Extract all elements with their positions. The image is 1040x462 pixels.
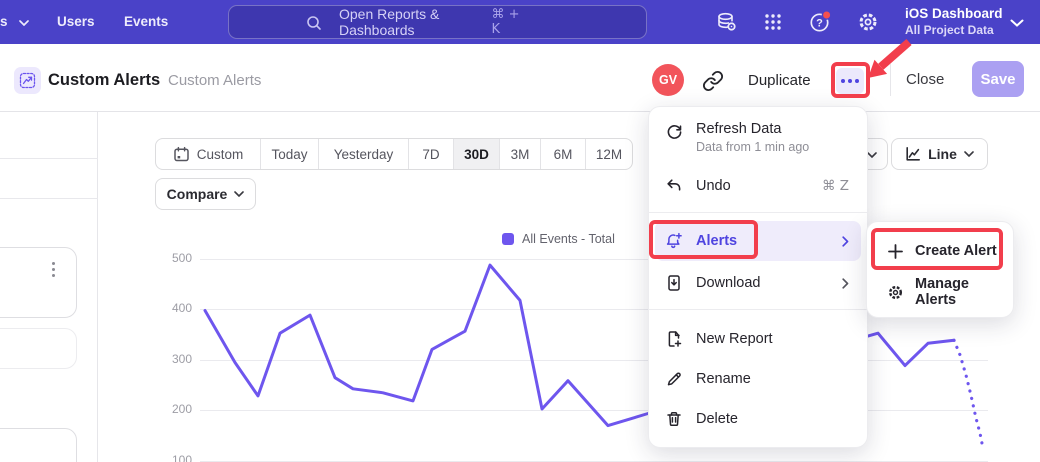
nav-label: s bbox=[0, 14, 8, 29]
undo-icon bbox=[665, 177, 683, 195]
compare-button[interactable]: Compare bbox=[155, 178, 256, 210]
report-chart-icon bbox=[14, 67, 41, 94]
alert-bell-plus-icon bbox=[665, 232, 683, 250]
range-label: 6M bbox=[554, 147, 573, 162]
menu-item-undo[interactable]: Undo ⌘ Z bbox=[655, 166, 861, 206]
pencil-icon bbox=[665, 370, 683, 388]
menu-divider bbox=[649, 212, 867, 213]
range-label: Yesterday bbox=[334, 147, 394, 162]
range-7d[interactable]: 7D bbox=[409, 139, 454, 169]
submenu-item-create-alert[interactable]: Create Alert bbox=[873, 230, 1007, 272]
range-label: 3M bbox=[511, 147, 530, 162]
compare-label: Compare bbox=[167, 186, 228, 202]
project-scope: All Project Data bbox=[905, 23, 1005, 38]
calendar-icon bbox=[173, 146, 190, 163]
menu-item-refresh-data[interactable]: Refresh Data Data from 1 min ago bbox=[655, 113, 861, 165]
menu-item-new-report[interactable]: New Report bbox=[655, 319, 861, 359]
submenu-item-label: Create Alert bbox=[915, 243, 997, 259]
duplicate-button[interactable]: Duplicate bbox=[748, 72, 811, 89]
search-input[interactable]: Open Reports & Dashboards ⌘ + K bbox=[228, 5, 647, 39]
refresh-icon bbox=[665, 123, 683, 141]
submenu-item-manage-alerts[interactable]: Manage Alerts bbox=[873, 272, 1007, 312]
nav-item-users[interactable]: Users bbox=[57, 14, 95, 29]
project-switcher[interactable]: iOS Dashboard All Project Data bbox=[905, 5, 1005, 38]
menu-item-label: Alerts bbox=[696, 233, 737, 249]
data-management-icon[interactable] bbox=[714, 10, 738, 34]
menu-item-delete[interactable]: Delete bbox=[655, 399, 861, 439]
report-context-menu: Refresh Data Data from 1 min ago Undo ⌘ … bbox=[648, 106, 868, 448]
help-icon[interactable]: ? bbox=[808, 10, 832, 34]
range-label: Today bbox=[271, 147, 307, 162]
nav-item-overflow[interactable]: s bbox=[0, 14, 29, 29]
range-12m[interactable]: 12M bbox=[586, 139, 632, 169]
notification-dot bbox=[822, 11, 830, 19]
search-icon bbox=[306, 15, 322, 31]
search-shortcut: ⌘ + K bbox=[491, 7, 526, 37]
menu-item-label: Download bbox=[696, 275, 761, 291]
menu-item-label: Rename bbox=[696, 371, 751, 387]
report-header: Custom Alerts Custom Alerts GV Duplicate… bbox=[0, 44, 1040, 112]
plus-icon bbox=[887, 243, 904, 260]
range-3m[interactable]: 3M bbox=[500, 139, 541, 169]
nav-item-events[interactable]: Events bbox=[124, 14, 168, 29]
close-button[interactable]: Close bbox=[906, 71, 944, 88]
page-title: Custom Alerts bbox=[48, 71, 160, 90]
download-file-icon bbox=[665, 274, 683, 292]
range-yesterday[interactable]: Yesterday bbox=[319, 139, 409, 169]
submenu-item-label: Manage Alerts bbox=[915, 276, 1007, 308]
project-name: iOS Dashboard bbox=[905, 5, 1005, 23]
chevron-right-icon bbox=[842, 278, 849, 289]
range-label: Custom bbox=[197, 147, 244, 162]
breadcrumb: Custom Alerts bbox=[168, 72, 261, 89]
chart-type-button[interactable]: Line bbox=[891, 138, 988, 170]
chevron-right-icon bbox=[842, 236, 849, 247]
gear-icon bbox=[887, 284, 904, 301]
line-chart-icon bbox=[905, 146, 921, 162]
menu-shortcut: ⌘ Z bbox=[822, 178, 849, 194]
range-label: 30D bbox=[464, 147, 489, 162]
range-30d-selected[interactable]: 30D bbox=[454, 139, 500, 169]
menu-item-alerts[interactable]: Alerts bbox=[655, 221, 861, 261]
range-6m[interactable]: 6M bbox=[541, 139, 586, 169]
chevron-down-icon bbox=[867, 152, 877, 158]
alerts-submenu: Create Alert Manage Alerts bbox=[866, 221, 1014, 318]
chevron-down-icon bbox=[964, 151, 974, 157]
gear-icon[interactable] bbox=[856, 10, 880, 34]
header-divider bbox=[890, 64, 891, 96]
top-navigation-bar: s Users Events Open Reports & Dashboards… bbox=[0, 0, 1040, 44]
chevron-down-icon bbox=[234, 191, 244, 197]
range-label: 12M bbox=[596, 147, 622, 162]
menu-item-label: New Report bbox=[696, 331, 773, 347]
search-placeholder: Open Reports & Dashboards bbox=[339, 6, 491, 38]
link-icon[interactable] bbox=[702, 70, 724, 92]
apps-grid-icon[interactable] bbox=[761, 10, 785, 34]
menu-item-download[interactable]: Download bbox=[655, 263, 861, 303]
save-button[interactable]: Save bbox=[972, 61, 1024, 97]
chevron-down-icon bbox=[19, 20, 29, 26]
chart-line-dotted-incomplete bbox=[954, 340, 983, 448]
chart-type-label: Line bbox=[928, 146, 957, 162]
menu-item-rename[interactable]: Rename bbox=[655, 359, 861, 399]
menu-item-label: Refresh Data bbox=[696, 121, 809, 137]
range-label: 7D bbox=[422, 147, 439, 162]
avatar[interactable]: GV bbox=[652, 64, 684, 96]
menu-item-subtitle: Data from 1 min ago bbox=[696, 140, 809, 154]
range-today[interactable]: Today bbox=[261, 139, 319, 169]
new-report-icon bbox=[665, 330, 683, 348]
date-range-control: Custom Today Yesterday 7D 30D 3M 6M 12M bbox=[155, 138, 633, 170]
menu-item-label: Delete bbox=[696, 411, 738, 427]
menu-divider bbox=[649, 309, 867, 310]
menu-item-label: Undo bbox=[696, 178, 731, 194]
chevron-down-icon[interactable] bbox=[1010, 19, 1024, 27]
app-window: 500 400 300 200 100 All Events - Total C… bbox=[0, 0, 1040, 462]
trash-icon bbox=[665, 410, 683, 428]
svg-text:?: ? bbox=[816, 18, 823, 30]
more-options-button[interactable] bbox=[836, 68, 864, 94]
range-custom[interactable]: Custom bbox=[156, 139, 261, 169]
